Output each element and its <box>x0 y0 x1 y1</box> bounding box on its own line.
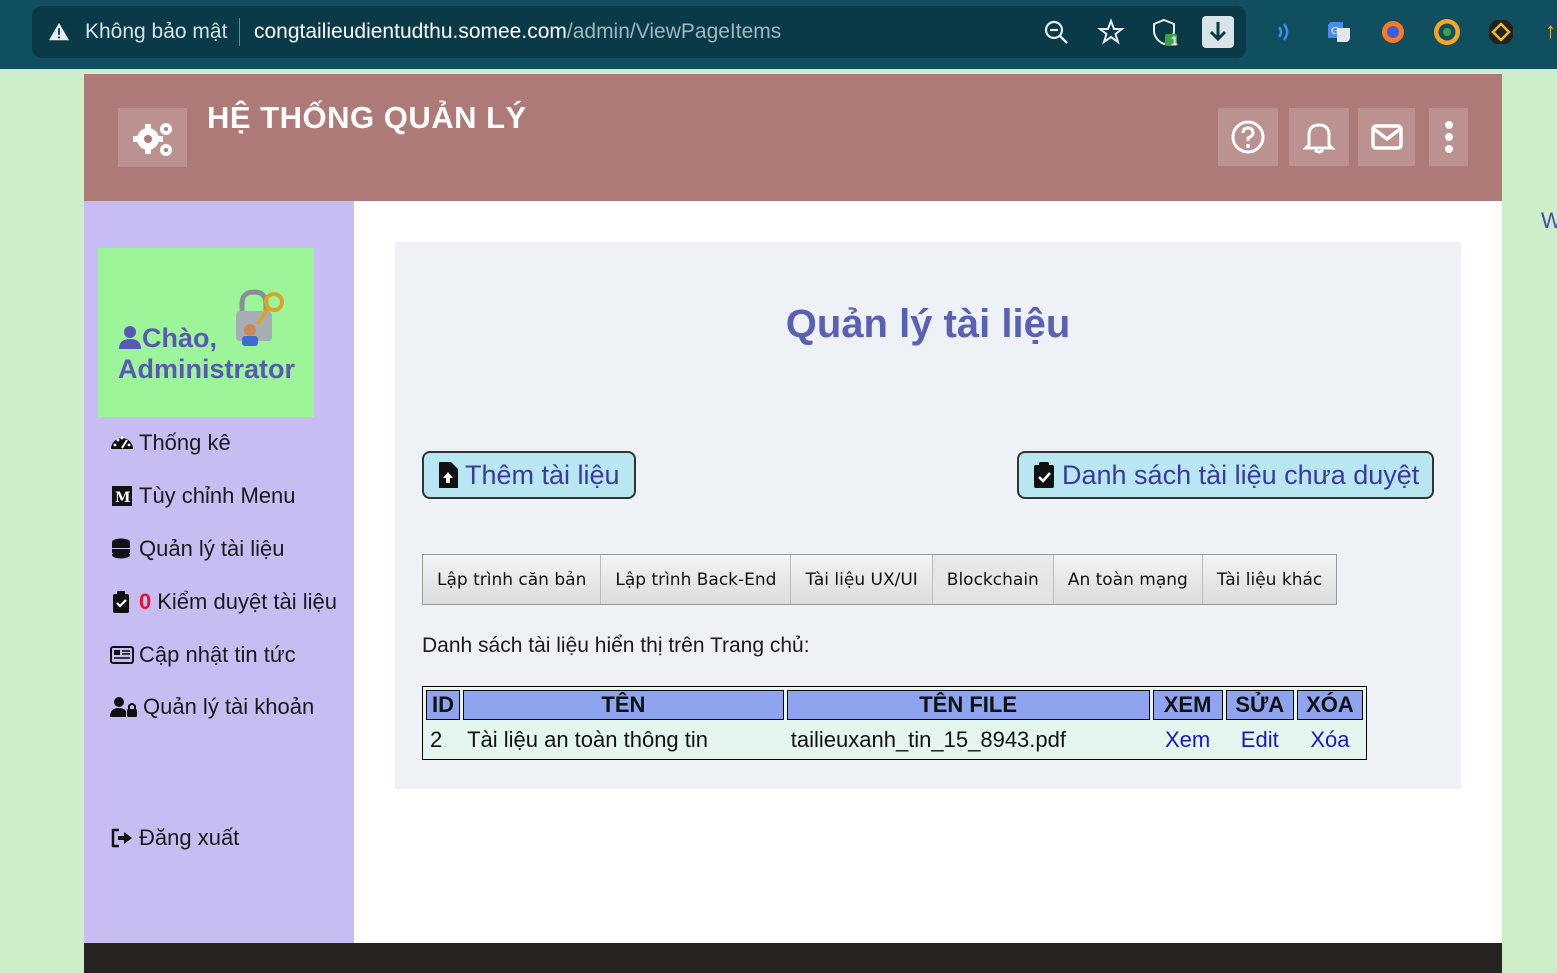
bell-icon <box>1302 123 1336 154</box>
voice-extension-icon[interactable] <box>1271 19 1297 45</box>
username-label: Administrator <box>118 354 296 384</box>
logout-link[interactable]: Đăng xuất <box>110 825 239 851</box>
vertical-dots-icon <box>1444 121 1453 153</box>
column-header-file: TÊN FILE <box>786 690 1150 720</box>
download-button[interactable] <box>1202 16 1234 48</box>
sidebar-item-statistics[interactable]: Thống kê <box>110 430 231 456</box>
category-tabs: Lập trình căn bản Lập trình Back-End Tài… <box>422 554 1338 605</box>
user-lock-icon <box>110 697 137 717</box>
add-document-label: Thêm tài liệu <box>465 459 620 490</box>
database-icon <box>112 538 130 559</box>
url-text[interactable]: congtailieudientudthu.somee.com/admin/Vi… <box>254 20 781 44</box>
column-header-delete: XÓA <box>1296 690 1363 720</box>
table-header-row: ID TÊN TÊN FILE XEM SỬA XÓA <box>426 690 1363 720</box>
sign-out-icon <box>111 828 132 848</box>
clipboard-check-icon <box>113 591 129 613</box>
sidebar-item-label: Quản lý tài liệu <box>139 536 285 561</box>
delete-link[interactable]: Xóa <box>1297 723 1363 756</box>
sidebar-item-review[interactable]: 0 Kiểm duyệt tài liệu <box>110 589 337 615</box>
clipboard-check-icon <box>1034 462 1054 488</box>
sidebar-item-documents[interactable]: Quản lý tài liệu <box>110 536 285 562</box>
warning-icon[interactable] <box>48 21 70 43</box>
cell-name: Tài liệu an toàn thông tin <box>467 726 709 752</box>
overflow-extension-icon[interactable]: ↑ <box>1545 18 1556 44</box>
offscreen-edge-text: W <box>1541 208 1557 233</box>
sidebar-item-accounts[interactable]: Quản lý tài khoản <box>110 694 314 720</box>
svg-text:M: M <box>115 490 131 506</box>
app-title: HỆ THỐNG QUẢN LÝ <box>207 100 527 135</box>
welcome-text: Chào, Administrator <box>118 323 295 385</box>
pending-documents-label: Danh sách tài liệu chưa duyệt <box>1062 459 1420 490</box>
column-header-edit: SỬA <box>1225 690 1294 720</box>
question-circle-icon <box>1231 120 1265 154</box>
browser-toolbar: Không bảo mật congtailieudientudthu.some… <box>0 0 1557 69</box>
tab-other-documents[interactable]: Tài liệu khác <box>1202 555 1337 604</box>
tab-basic-programming[interactable]: Lập trình căn bản <box>423 555 602 604</box>
address-bar[interactable]: Không bảo mật congtailieudientudthu.some… <box>32 6 1246 58</box>
omnibox-divider <box>239 18 240 46</box>
pending-documents-button[interactable]: Danh sách tài liệu chưa duyệt <box>1017 451 1434 499</box>
sidebar-item-label: Tùy chỉnh Menu <box>139 483 296 508</box>
pending-count-badge: 0 <box>139 589 152 614</box>
logout-label: Đăng xuất <box>139 825 240 850</box>
newspaper-icon <box>110 646 134 664</box>
logo-button[interactable] <box>118 108 187 167</box>
sidebar-item-label: Cập nhật tin tức <box>139 642 296 667</box>
table-row: 2 Tài liệu an toàn thông tin tailieuxanh… <box>426 723 1363 756</box>
cell-file: tailieuxanh_tin_15_8943.pdf <box>790 726 1066 752</box>
sidebar-item-label: Quản lý tài khoản <box>143 694 315 719</box>
sidebar-item-label: Kiểm duyệt tài liệu <box>157 589 338 614</box>
footer-bar <box>84 943 1502 973</box>
svg-text:G: G <box>1331 26 1339 37</box>
shield-count-badge: 1 <box>1171 34 1178 48</box>
download-icon <box>1209 22 1227 42</box>
user-icon <box>119 326 141 349</box>
url-path: /admin/ViewPageItems <box>566 20 782 43</box>
sidebar-item-menu[interactable]: M Tùy chỉnh Menu <box>110 483 296 509</box>
notifications-button[interactable] <box>1289 108 1349 166</box>
url-host: congtailieudientudthu.somee.com <box>254 20 567 43</box>
admin-header: HỆ THỐNG QUẢN LÝ <box>84 74 1502 201</box>
sidebar-item-label: Thống kê <box>139 430 231 455</box>
column-header-id: ID <box>426 690 461 720</box>
column-header-view: XEM <box>1152 690 1223 720</box>
column-header-name: TÊN <box>463 690 784 720</box>
envelope-icon <box>1370 124 1403 150</box>
messages-button[interactable] <box>1358 108 1415 166</box>
page-title: Quản lý tài liệu <box>785 302 1071 346</box>
cell-id: 2 <box>430 726 443 752</box>
help-button[interactable] <box>1218 108 1278 166</box>
more-menu-button[interactable] <box>1429 108 1468 166</box>
edit-link[interactable]: Edit <box>1226 723 1294 756</box>
binance-extension-icon[interactable] <box>1488 19 1514 45</box>
security-label[interactable]: Không bảo mật <box>85 20 227 44</box>
color-extension-icon[interactable] <box>1434 19 1460 45</box>
zoom-out-icon[interactable] <box>1042 18 1070 46</box>
firefox-extension-icon[interactable] <box>1380 19 1406 45</box>
view-link[interactable]: Xem <box>1153 723 1223 756</box>
sidebar: Chào, Administrator Thống kê M Tùy chỉnh… <box>84 201 354 943</box>
list-caption: Danh sách tài liệu hiển thị trên Trang c… <box>422 634 810 657</box>
dashboard-icon <box>111 436 133 449</box>
sidebar-item-news[interactable]: Cập nhật tin tức <box>110 642 296 668</box>
greeting-label: Chào, <box>142 323 218 353</box>
tab-network-security[interactable]: An toàn mạng <box>1053 555 1203 604</box>
file-upload-icon <box>439 462 458 488</box>
main-content: Quản lý tài liệu Thêm tài liệu Danh sách… <box>395 242 1461 789</box>
medium-m-icon: M <box>112 486 132 506</box>
documents-table: ID TÊN TÊN FILE XEM SỬA XÓA 2 Tài liệu a… <box>422 686 1367 760</box>
add-document-button[interactable]: Thêm tài liệu <box>422 451 636 499</box>
tab-ux-ui[interactable]: Tài liệu UX/UI <box>791 555 933 604</box>
gears-icon <box>133 123 172 156</box>
bookmark-star-icon[interactable] <box>1097 18 1125 46</box>
tab-backend-programming[interactable]: Lập trình Back-End <box>601 555 792 604</box>
page-container: HỆ THỐNG QUẢN LÝ Chào, Administrator Thố… <box>84 74 1502 973</box>
welcome-card: Chào, Administrator <box>98 248 314 417</box>
tab-blockchain[interactable]: Blockchain <box>932 555 1054 604</box>
google-translate-icon[interactable]: G <box>1326 19 1352 45</box>
